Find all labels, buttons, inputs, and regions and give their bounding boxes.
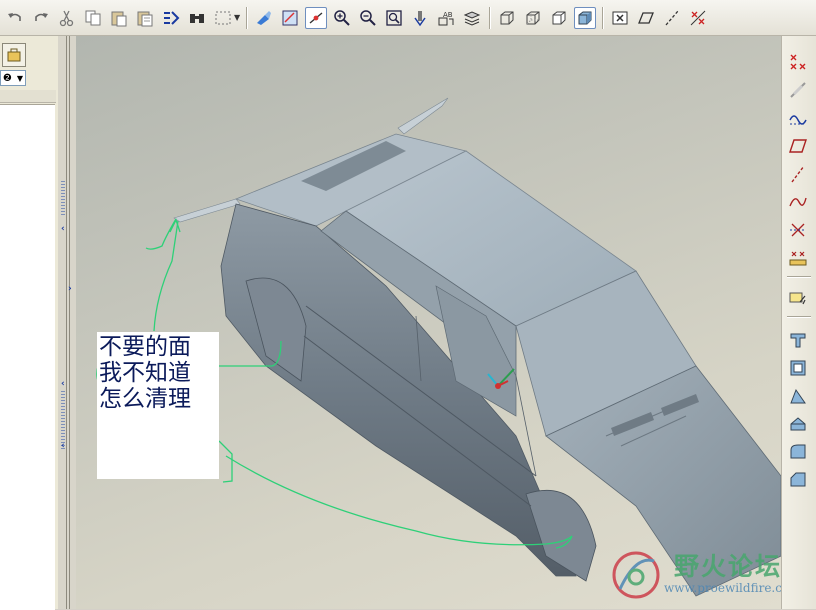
extrude-icon[interactable] bbox=[786, 328, 810, 352]
round-icon[interactable] bbox=[786, 440, 810, 464]
collapse-left-icon[interactable]: ‹ bbox=[61, 379, 65, 389]
no-hidden-icon[interactable] bbox=[548, 7, 570, 29]
datum-point-icon[interactable] bbox=[687, 7, 709, 29]
datum-plane-icon[interactable] bbox=[786, 134, 810, 158]
paste-icon[interactable] bbox=[108, 7, 130, 29]
sash-grip[interactable] bbox=[61, 181, 65, 216]
chevron-down-icon: ▼ bbox=[16, 73, 23, 83]
annotation-line-2: 我不知道 bbox=[99, 360, 191, 386]
select-value-icon: ❷ bbox=[3, 72, 12, 84]
toolbar-separator bbox=[602, 6, 604, 29]
collapse-left-icon[interactable]: ‹ bbox=[61, 224, 65, 234]
datum-toggle-icon[interactable] bbox=[305, 6, 328, 29]
sketch-curve-icon[interactable] bbox=[786, 190, 810, 214]
tree-filter-select[interactable]: ❷ ▼ bbox=[0, 70, 26, 86]
annotation-line-1: 不要的面 bbox=[99, 334, 191, 360]
annotation-line-3: 怎么清理 bbox=[99, 386, 191, 412]
copy-icon[interactable] bbox=[82, 7, 104, 29]
chamfer-icon[interactable] bbox=[786, 468, 810, 492]
paste-special-icon[interactable] bbox=[134, 7, 156, 29]
datum-plane-icon[interactable] bbox=[635, 7, 657, 29]
annotation-icon[interactable]: AB bbox=[435, 7, 457, 29]
select-box-icon[interactable] bbox=[212, 7, 234, 29]
datum-point-icon[interactable] bbox=[786, 50, 810, 74]
datum-axis-icon[interactable] bbox=[786, 162, 810, 186]
sketch-view-icon[interactable] bbox=[279, 7, 301, 29]
close-window-icon[interactable] bbox=[609, 7, 631, 29]
watermark-title: 野火论坛 bbox=[674, 552, 781, 581]
toolbar-separator bbox=[489, 6, 491, 29]
model-tree-panel: ❷ ▼ bbox=[0, 36, 59, 610]
panel-sash[interactable]: ‹ › ‹ ‹ bbox=[58, 36, 77, 609]
analysis-icon[interactable] bbox=[786, 246, 810, 270]
sketch-toggle-icon[interactable] bbox=[253, 7, 275, 29]
undo-icon[interactable] bbox=[4, 7, 26, 29]
wireframe-icon[interactable] bbox=[496, 7, 518, 29]
expand-right-icon[interactable]: › bbox=[68, 284, 72, 294]
cut-icon[interactable] bbox=[56, 7, 78, 29]
toolbar-separator bbox=[787, 276, 811, 277]
layers-icon[interactable] bbox=[461, 7, 483, 29]
sash-divider bbox=[69, 36, 70, 609]
shaded-icon[interactable] bbox=[574, 6, 597, 29]
point-offset-icon[interactable] bbox=[786, 218, 810, 242]
regenerate-icon[interactable] bbox=[160, 7, 182, 29]
toolbar-separator bbox=[787, 316, 811, 317]
hidden-line-icon[interactable] bbox=[522, 7, 544, 29]
select-dropdown-icon[interactable]: ▼ bbox=[234, 13, 240, 22]
tree-header bbox=[0, 90, 56, 103]
draft-icon[interactable] bbox=[786, 384, 810, 408]
reorient-icon[interactable] bbox=[409, 7, 431, 29]
model-tree-list[interactable] bbox=[0, 104, 55, 610]
redo-icon[interactable] bbox=[30, 7, 52, 29]
zoom-out-icon[interactable] bbox=[357, 7, 379, 29]
main-toolbar: ▼ AB bbox=[0, 0, 816, 36]
datum-coord-icon[interactable] bbox=[786, 78, 810, 102]
rib-icon[interactable] bbox=[786, 412, 810, 436]
shell-icon[interactable] bbox=[786, 356, 810, 380]
graphics-viewport[interactable]: 不要的面 我不知道 怎么清理 野火论坛 www.proewildfire.cn bbox=[76, 36, 781, 609]
settings-tool-icon[interactable] bbox=[2, 43, 26, 67]
find-icon[interactable] bbox=[186, 7, 208, 29]
watermark-url: www.proewildfire.cn bbox=[664, 581, 781, 595]
collapse-left-icon[interactable]: ‹ bbox=[61, 441, 65, 451]
datum-curve-icon[interactable] bbox=[786, 106, 810, 130]
annotation-note: 不要的面 我不知道 怎么清理 bbox=[97, 332, 219, 479]
zoom-in-icon[interactable] bbox=[331, 7, 353, 29]
datum-axis-icon[interactable] bbox=[661, 7, 683, 29]
car-model[interactable] bbox=[76, 36, 781, 609]
toolbar-separator bbox=[246, 6, 248, 29]
forum-watermark: 野火论坛 www.proewildfire.cn bbox=[604, 543, 781, 607]
insert-sketch-icon[interactable] bbox=[786, 286, 810, 310]
feature-toolbar bbox=[781, 36, 816, 609]
forum-logo-icon bbox=[612, 551, 660, 599]
zoom-fit-icon[interactable] bbox=[383, 7, 405, 29]
sash-divider bbox=[66, 36, 67, 609]
